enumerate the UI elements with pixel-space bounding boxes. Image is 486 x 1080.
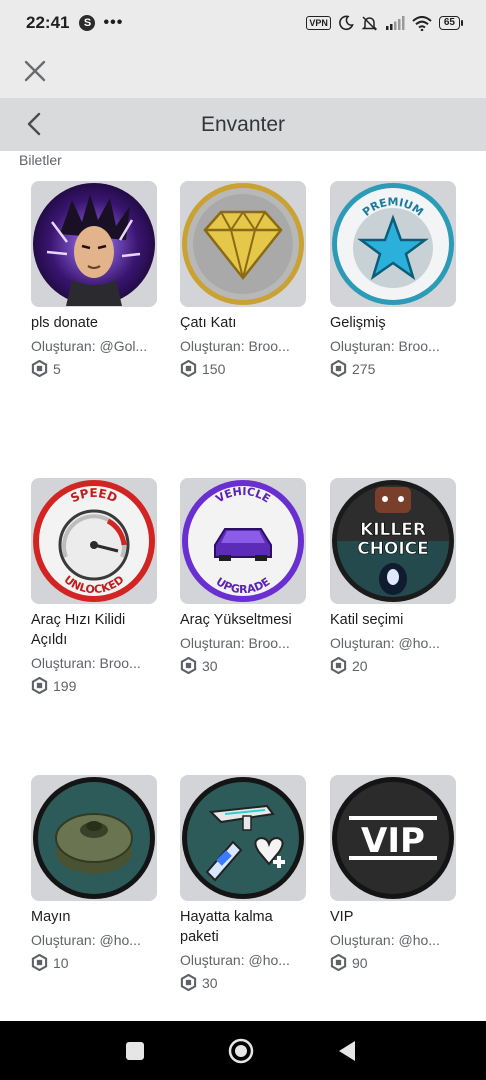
inventory-item-card[interactable]: Hayatta kalma paketi Oluşturan: @ho... 3… <box>180 775 306 991</box>
system-nav-bar <box>0 1021 486 1080</box>
price-value: 10 <box>53 954 69 971</box>
item-name[interactable]: Katil seçimi <box>330 610 456 630</box>
price-value: 30 <box>202 974 218 991</box>
close-bar <box>0 46 486 98</box>
robux-icon <box>180 360 197 377</box>
gold-diamond-icon <box>182 183 304 305</box>
price-value: 199 <box>53 677 77 694</box>
home-icon[interactable] <box>228 1038 254 1064</box>
wifi-icon <box>412 15 432 31</box>
robux-icon <box>330 657 347 674</box>
section-label: Biletler <box>19 152 62 168</box>
recent-apps-icon[interactable] <box>125 1041 145 1061</box>
price-value: 275 <box>352 360 376 377</box>
survival-pack-icon <box>182 777 304 899</box>
inventory-item-card[interactable]: Mayın Oluşturan: @ho... 10 <box>31 775 157 971</box>
item-name[interactable]: Çatı Katı <box>180 313 306 333</box>
price-value: 90 <box>352 954 368 971</box>
status-time: 22:41 <box>26 13 70 32</box>
price-value: 5 <box>53 360 61 377</box>
do-not-disturb-moon-icon <box>338 15 354 31</box>
back-chevron-icon[interactable] <box>24 111 46 137</box>
item-name[interactable]: Mayın <box>31 907 157 927</box>
item-price: 10 <box>31 954 157 971</box>
item-price: 90 <box>330 954 456 971</box>
item-creator[interactable]: Oluşturan: @ho... <box>31 932 153 948</box>
inventory-item-card[interactable]: SPEED UNLOCKED Araç Hızı Kilidi Açıldı O… <box>31 478 157 694</box>
item-creator[interactable]: Oluşturan: Broo... <box>330 338 452 354</box>
robux-icon <box>180 657 197 674</box>
robux-icon <box>31 360 48 377</box>
signal-icon <box>385 16 405 30</box>
vip-icon: VIP <box>332 777 454 899</box>
close-icon[interactable] <box>22 58 48 84</box>
back-triangle-icon[interactable] <box>337 1040 357 1062</box>
inventory-item-card[interactable]: pls donate Oluşturan: @Gol... 5 <box>31 181 157 377</box>
item-name[interactable]: VIP <box>330 907 456 927</box>
inventory-item-card[interactable]: VEHICLE UPGRADE Araç Yükseltmesi Oluştur… <box>180 478 306 674</box>
item-creator[interactable]: Oluşturan: @Gol... <box>31 338 153 354</box>
inventory-item-card[interactable]: Çatı Katı Oluşturan: Broo... 150 <box>180 181 306 377</box>
item-name[interactable]: Hayatta kalma paketi <box>180 907 306 947</box>
robux-icon <box>180 974 197 991</box>
item-name[interactable]: Araç Hızı Kilidi Açıldı <box>31 610 157 650</box>
status-bar: 22:41 S ••• VPN 65 <box>0 0 486 46</box>
battery-icon: 65 <box>438 16 464 30</box>
s-app-icon: S <box>79 15 96 31</box>
bell-muted-icon <box>361 15 378 31</box>
killer-choice-icon: KILLER CHOICE <box>332 480 454 602</box>
vpn-icon: VPN <box>306 16 331 30</box>
item-price: 150 <box>180 360 306 377</box>
item-creator[interactable]: Oluşturan: Broo... <box>31 655 153 671</box>
purple-car-icon: VEHICLE UPGRADE <box>182 480 304 602</box>
premium-star-icon: PREMIUM <box>332 183 454 305</box>
item-thumbnail[interactable]: PREMIUM <box>330 181 456 307</box>
price-value: 20 <box>352 657 368 674</box>
robux-icon <box>31 954 48 971</box>
item-price: 30 <box>180 657 306 674</box>
robux-icon <box>31 677 48 694</box>
inventory-item-card[interactable]: KILLER CHOICE Katil seçimi Oluşturan: @h… <box>330 478 456 674</box>
price-value: 150 <box>202 360 226 377</box>
inventory-item-card[interactable]: VIP VIP Oluşturan: @ho... 90 <box>330 775 456 971</box>
item-creator[interactable]: Oluşturan: @ho... <box>330 932 452 948</box>
vip-badge-text: VIP <box>361 821 425 861</box>
item-thumbnail[interactable]: KILLER CHOICE <box>330 478 456 604</box>
item-thumbnail[interactable]: VEHICLE UPGRADE <box>180 478 306 604</box>
landmine-icon <box>33 777 155 899</box>
item-creator[interactable]: Oluşturan: @ho... <box>330 635 452 651</box>
robux-icon <box>330 954 347 971</box>
item-thumbnail[interactable] <box>31 181 157 307</box>
item-creator[interactable]: Oluşturan: @ho... <box>180 952 302 968</box>
item-name[interactable]: pls donate <box>31 313 157 333</box>
inventory-item-card[interactable]: PREMIUM Gelişmiş Oluşturan: Broo... 275 <box>330 181 456 377</box>
item-thumbnail[interactable] <box>180 181 306 307</box>
price-value: 30 <box>202 657 218 674</box>
item-name[interactable]: Gelişmiş <box>330 313 456 333</box>
inventory-content: Biletler pls donate Oluşturan: @Gol... 5 <box>0 151 486 1021</box>
item-price: 275 <box>330 360 456 377</box>
item-thumbnail[interactable] <box>180 775 306 901</box>
goku-portrait-icon <box>33 183 155 306</box>
item-name[interactable]: Araç Yükseltmesi <box>180 610 306 630</box>
item-price: 20 <box>330 657 456 674</box>
item-creator[interactable]: Oluşturan: Broo... <box>180 338 302 354</box>
more-notifications-icon: ••• <box>103 14 124 31</box>
item-creator[interactable]: Oluşturan: Broo... <box>180 635 302 651</box>
killer-badge-top: KILLER <box>360 520 426 540</box>
item-price: 199 <box>31 677 157 694</box>
page-title: Envanter <box>200 112 286 136</box>
item-thumbnail[interactable]: VIP <box>330 775 456 901</box>
page-header: Envanter <box>0 98 486 151</box>
item-price: 30 <box>180 974 306 991</box>
item-thumbnail[interactable]: SPEED UNLOCKED <box>31 478 157 604</box>
speedometer-icon: SPEED UNLOCKED <box>33 480 155 602</box>
robux-icon <box>330 360 347 377</box>
item-thumbnail[interactable] <box>31 775 157 901</box>
item-price: 5 <box>31 360 157 377</box>
killer-badge-bottom: CHOICE <box>357 539 429 559</box>
status-icons: VPN 65 <box>306 15 464 32</box>
